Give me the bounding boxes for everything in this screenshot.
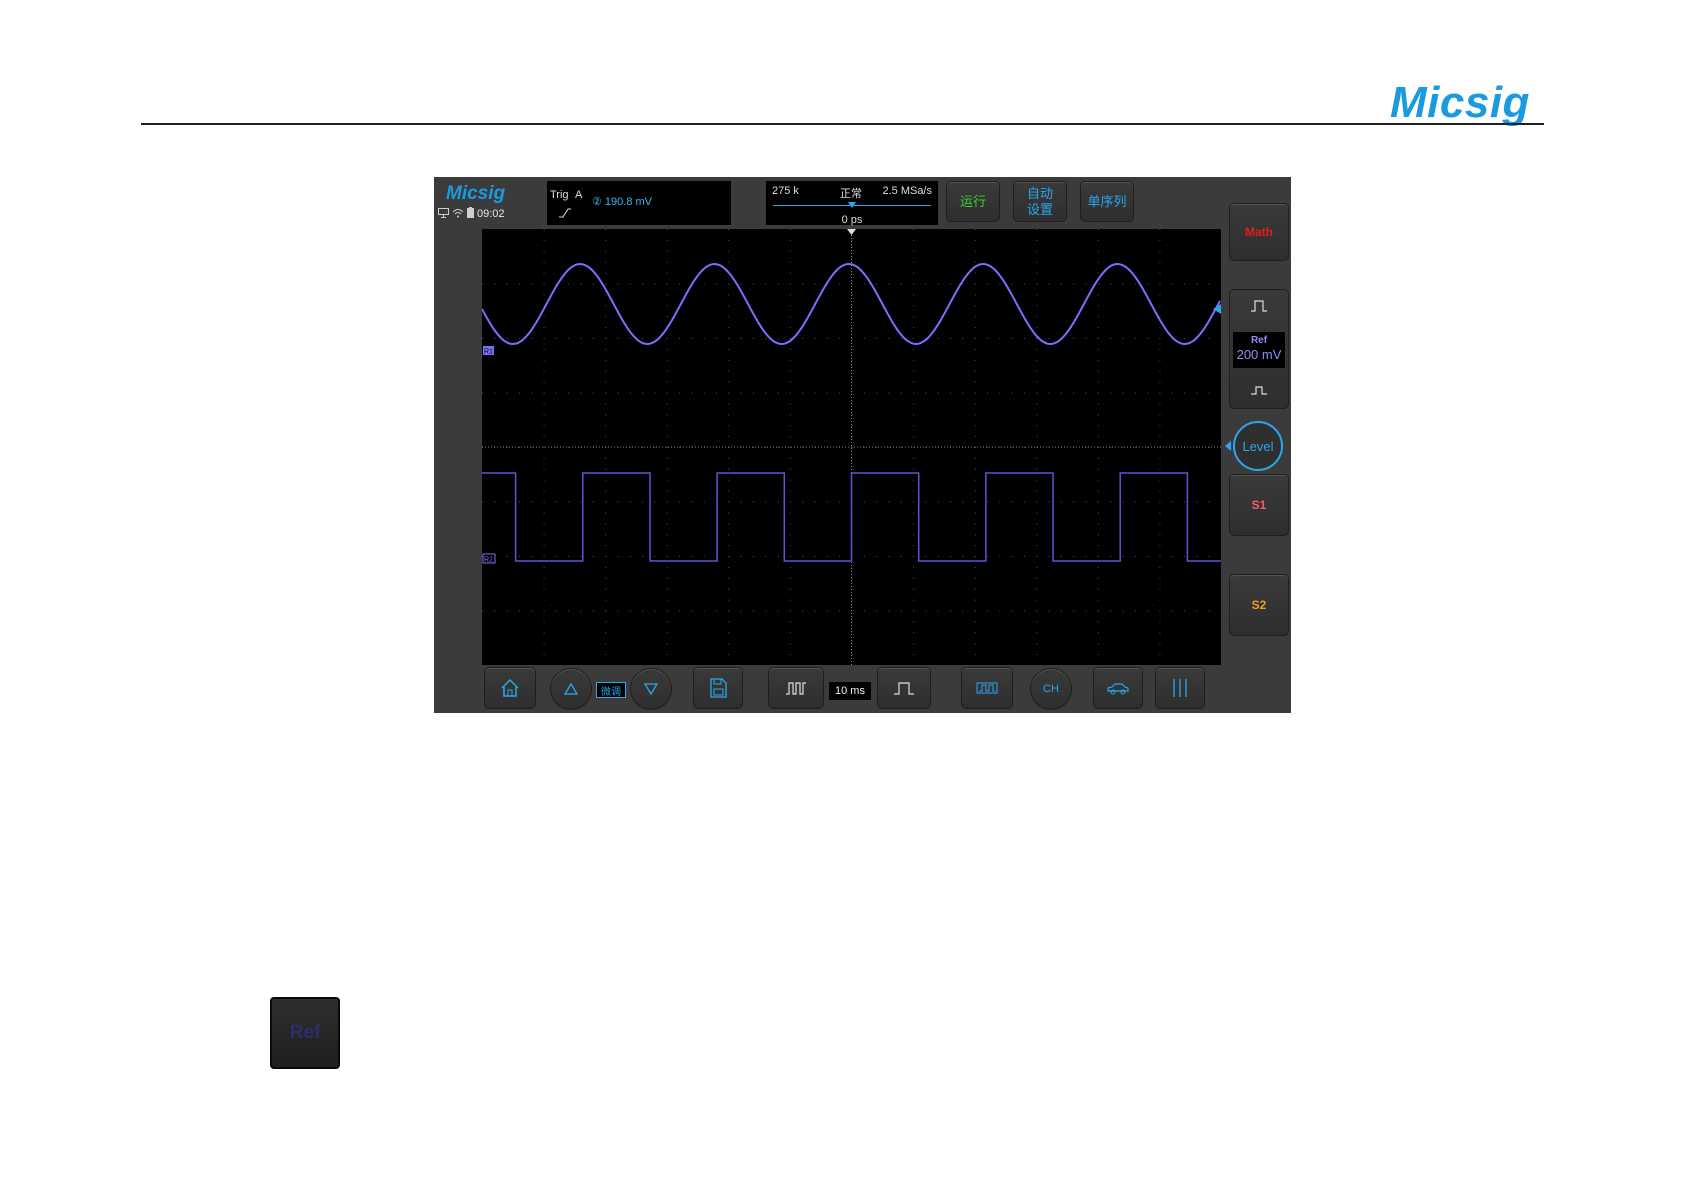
time-per-division: 10 ms — [829, 682, 871, 700]
memory-position-marker — [848, 202, 856, 208]
save-button[interactable] — [693, 667, 743, 709]
car-icon — [1107, 683, 1129, 695]
s1-button[interactable]: S1 — [1229, 474, 1289, 536]
trigger-level-button[interactable]: Level — [1233, 421, 1283, 471]
ref-control-panel[interactable]: Ref 200 mV — [1229, 289, 1289, 409]
trigger-level: ② 190.8 mV — [592, 196, 653, 208]
single-pulse-icon — [894, 682, 914, 695]
fine-down-button[interactable] — [630, 668, 672, 710]
level-pointer-icon — [1225, 441, 1231, 451]
ref-scale-value: 200 mV — [1236, 347, 1282, 362]
fine-adjust-label[interactable]: 微调 — [596, 682, 626, 698]
rising-edge-icon — [559, 208, 571, 218]
pulse-narrow-icon — [1251, 386, 1267, 395]
svg-text:R2: R2 — [484, 557, 493, 564]
waveform-display[interactable]: R1 R2 — [482, 229, 1221, 665]
ref-scale-label: Ref — [1250, 335, 1268, 346]
cursor-button[interactable] — [1155, 667, 1205, 709]
trigger-label: Trig — [550, 189, 569, 201]
fine-up-button[interactable] — [550, 668, 592, 710]
horizontal-position: 0 ps — [841, 214, 863, 226]
auto-setup-button[interactable]: 自动 设置 — [1013, 181, 1067, 222]
ref1-marker: R1 — [483, 346, 494, 356]
battery-icon — [467, 207, 474, 221]
ref2-marker: R2 — [482, 553, 496, 564]
trigger-info-panel[interactable]: Trig A ② 190.8 mV — [547, 181, 731, 225]
pulse-wide-icon — [1251, 300, 1267, 312]
home-icon — [501, 678, 519, 697]
multi-pulse-icon — [786, 682, 806, 695]
monitor-icon — [438, 207, 449, 221]
status-bar: 09:02 — [438, 207, 505, 221]
trigger-source: A — [575, 189, 583, 201]
page-logo: Micsig — [1390, 78, 1530, 127]
display-mode-button[interactable] — [961, 667, 1013, 709]
memory-depth: 275 k — [772, 185, 799, 197]
ref-button-large[interactable]: Ref — [270, 997, 340, 1069]
channel-button[interactable]: CH — [1030, 668, 1072, 710]
timebase-panel[interactable]: 275 k 正常 2.5 MSa/s 0 ps — [766, 181, 938, 226]
save-icon — [710, 678, 727, 698]
channel-button-label: CH — [1043, 683, 1059, 695]
cursor-lines-icon — [1173, 679, 1187, 697]
timebase-slower-button[interactable] — [768, 667, 824, 709]
single-sequence-button[interactable]: 单序列 — [1080, 181, 1134, 222]
sample-rate: 2.5 MSa/s — [882, 185, 932, 197]
svg-text:R1: R1 — [484, 349, 493, 356]
oscilloscope-screen: Micsig 09:02 Trig A ② 190.8 mV 275 k 正常 … — [434, 177, 1291, 713]
scope-logo: Micsig — [446, 183, 506, 204]
waveform-mode-icon — [976, 682, 998, 694]
scale-decrease-button[interactable] — [1230, 376, 1288, 402]
ref2-waveform — [482, 472, 1221, 562]
math-button[interactable]: Math — [1229, 203, 1289, 261]
acquire-mode: 正常 — [840, 188, 862, 200]
timebase-faster-button[interactable] — [877, 667, 931, 709]
s2-button[interactable]: S2 — [1229, 574, 1289, 636]
wifi-icon — [452, 208, 464, 221]
run-stop-button[interactable]: 运行 — [946, 181, 1000, 222]
scale-increase-button[interactable] — [1230, 293, 1288, 319]
auto-measure-button[interactable] — [1093, 667, 1143, 709]
header-rule — [141, 123, 1544, 125]
trigger-position-marker — [847, 229, 856, 235]
triangle-down-icon — [644, 683, 658, 695]
home-button[interactable] — [484, 667, 536, 709]
triangle-up-icon — [564, 683, 578, 695]
ref-scale-display: Ref 200 mV — [1233, 332, 1285, 368]
clock-time: 09:02 — [477, 208, 505, 220]
